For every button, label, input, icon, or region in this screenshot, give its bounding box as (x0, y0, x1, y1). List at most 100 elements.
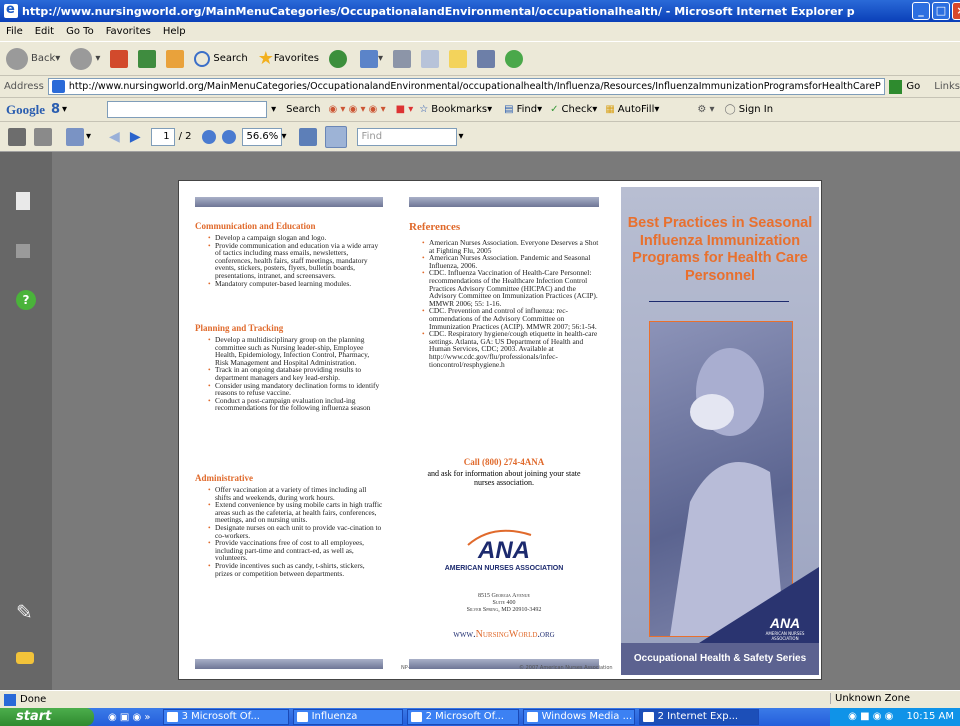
zoom-in-icon[interactable] (221, 129, 236, 144)
call-number: Call (800) 274-4ANA (463, 457, 545, 467)
menu-help[interactable]: Help (163, 26, 186, 37)
home-button[interactable] (166, 49, 185, 68)
menu-file[interactable]: File (6, 26, 23, 37)
tray-icons[interactable]: ◉ ■ ◉ ◉ (848, 711, 893, 722)
minimize-button[interactable]: _ (912, 2, 930, 20)
security-zone: Unknown Zone (830, 693, 910, 704)
popup-blocker-icon[interactable]: ■ ▾ (396, 104, 414, 115)
page-number-input[interactable]: 1 (150, 127, 175, 146)
task-microsoft-office-1[interactable]: 3 Microsoft Of... (162, 709, 289, 725)
bookmarks-button[interactable]: Bookmarks (431, 104, 487, 115)
list-item: Provide vaccinations free of cost to all… (205, 539, 383, 562)
col1-bottom-bar (195, 659, 383, 669)
task-internet-explorer[interactable]: 2 Internet Exp... (638, 709, 759, 725)
menu-favorites[interactable]: Favorites (106, 26, 151, 37)
print-icon[interactable] (8, 127, 26, 146)
settings-wrench-icon[interactable]: ⚙ ▾ (697, 104, 714, 115)
history-icon (360, 49, 379, 68)
google-g-menu[interactable]: 8 (51, 102, 60, 117)
refresh-button[interactable] (138, 49, 157, 68)
reference-item: CDC. Respiratory hygiene/cough etiquette… (419, 330, 599, 368)
history-button[interactable]: ▾ (360, 49, 383, 68)
quick-launch-icons[interactable]: ◉ ▣ ◉ » (108, 712, 151, 723)
list-item: Track in an ongoing database providing r… (205, 366, 383, 381)
google-extras-icon[interactable]: ◉ ▾ ◉ ▾ ◉ ▾ (328, 104, 385, 115)
cover-ana-org: AMERICAN NURSES ASSOCIATION (765, 631, 805, 641)
ana-org-name: AMERICAN NURSES ASSOCIATION (444, 565, 564, 572)
save-icon[interactable] (34, 127, 52, 146)
references-list: American Nurses Association. Everyone De… (419, 239, 599, 368)
check-button[interactable]: Check (562, 104, 593, 115)
check-icon: ✓ (550, 104, 559, 115)
col1-top-bar (195, 197, 383, 207)
list-item: Designate nurses on each unit to provide… (205, 524, 383, 539)
go-arrow-icon[interactable] (888, 79, 903, 94)
reference-item: CDC. Prevention and control of influenza… (419, 307, 599, 330)
media-button[interactable] (329, 49, 350, 68)
cover-divider (649, 301, 789, 302)
forward-arrow-icon (70, 47, 93, 70)
go-button[interactable]: Go (906, 81, 920, 92)
system-tray: ◉ ■ ◉ ◉ 10:15 AM (830, 708, 960, 726)
previous-page-icon[interactable]: ◀ (109, 129, 120, 145)
maximize-button[interactable]: □ (932, 2, 950, 20)
list-administrative: Offer vaccination at a variety of times … (205, 486, 383, 577)
folder-button[interactable] (449, 49, 468, 68)
zoom-select[interactable]: 56.6% (241, 127, 282, 146)
clock[interactable]: 10:15 AM (907, 711, 954, 722)
url-input[interactable]: http://www.nursingworld.org/MainMenuCate… (47, 78, 885, 95)
research-button[interactable] (477, 49, 496, 68)
task-microsoft-office-2[interactable]: 2 Microsoft Of... (406, 709, 519, 725)
task-influenza-folder[interactable]: Influenza (292, 709, 403, 725)
pages-icon[interactable] (16, 192, 30, 210)
start-button[interactable]: start (0, 708, 94, 726)
cover-ana-logo: ANA (769, 615, 801, 631)
pdf-toolbar: ▾ ◀ ▶ 1 / 2 56.6% ▾ Find ▾ (0, 122, 960, 152)
favorites-button[interactable]: ★ Favorites (258, 48, 319, 69)
google-search-button[interactable]: Search (286, 104, 320, 115)
print-button[interactable] (393, 49, 412, 68)
bookmarks-star-icon: ☆ (419, 104, 429, 115)
address-bar: Address http://www.nursingworld.org/Main… (0, 76, 960, 98)
bookmarks-icon[interactable] (16, 244, 30, 258)
forward-button[interactable]: ▾ (70, 47, 100, 70)
zoom-out-icon[interactable] (201, 129, 216, 144)
messenger-button[interactable] (505, 49, 524, 68)
fit-width-icon[interactable] (298, 127, 317, 146)
search-icon (194, 50, 211, 67)
page-count: / 2 (178, 131, 192, 142)
stop-button[interactable] (110, 49, 129, 68)
window-title: http://www.nursingworld.org/MainMenuCate… (22, 4, 855, 18)
hand-tool-icon[interactable] (66, 127, 84, 146)
fit-page-icon[interactable] (324, 125, 347, 148)
ie-icon (4, 2, 18, 18)
menu-edit[interactable]: Edit (35, 26, 54, 37)
signin-button[interactable]: Sign In (739, 104, 773, 115)
messenger-icon (505, 49, 524, 68)
google-logo: Google (6, 101, 45, 117)
task-windows-media[interactable]: Windows Media ... (522, 709, 635, 725)
back-button[interactable]: Back ▾ (6, 47, 60, 70)
section-heading-administrative: Administrative (195, 473, 253, 483)
copyright: © 2007 American Nurses Association (519, 665, 613, 671)
help-icon[interactable]: ? (16, 290, 36, 310)
next-page-icon[interactable]: ▶ (130, 129, 141, 145)
close-button[interactable]: × (952, 2, 960, 20)
links-button[interactable]: Links (934, 81, 960, 92)
find-button[interactable]: Find (517, 104, 538, 115)
autofill-button[interactable]: AutoFill (618, 104, 655, 115)
attachment-paperclip-icon[interactable]: ✎ (16, 600, 36, 624)
find-input[interactable]: Find (356, 127, 457, 146)
pdf-page: Communication and Education Develop a ca… (178, 180, 822, 680)
website-url: www.NursingWorld.org (453, 629, 555, 640)
google-search-input[interactable] (107, 101, 268, 118)
back-arrow-icon (6, 47, 28, 70)
menu-goto[interactable]: Go To (66, 26, 94, 37)
col2-top-bar (409, 197, 599, 207)
search-button[interactable]: Search (194, 50, 248, 67)
mail-button[interactable] (421, 49, 440, 68)
comments-icon[interactable] (16, 652, 34, 664)
stop-icon (110, 49, 129, 68)
status-bar: Done Unknown Zone (0, 690, 960, 708)
google-toolbar: Google 8 ▾ ▾ Search ◉ ▾ ◉ ▾ ◉ ▾ ■ ▾ ☆ Bo… (0, 98, 960, 122)
